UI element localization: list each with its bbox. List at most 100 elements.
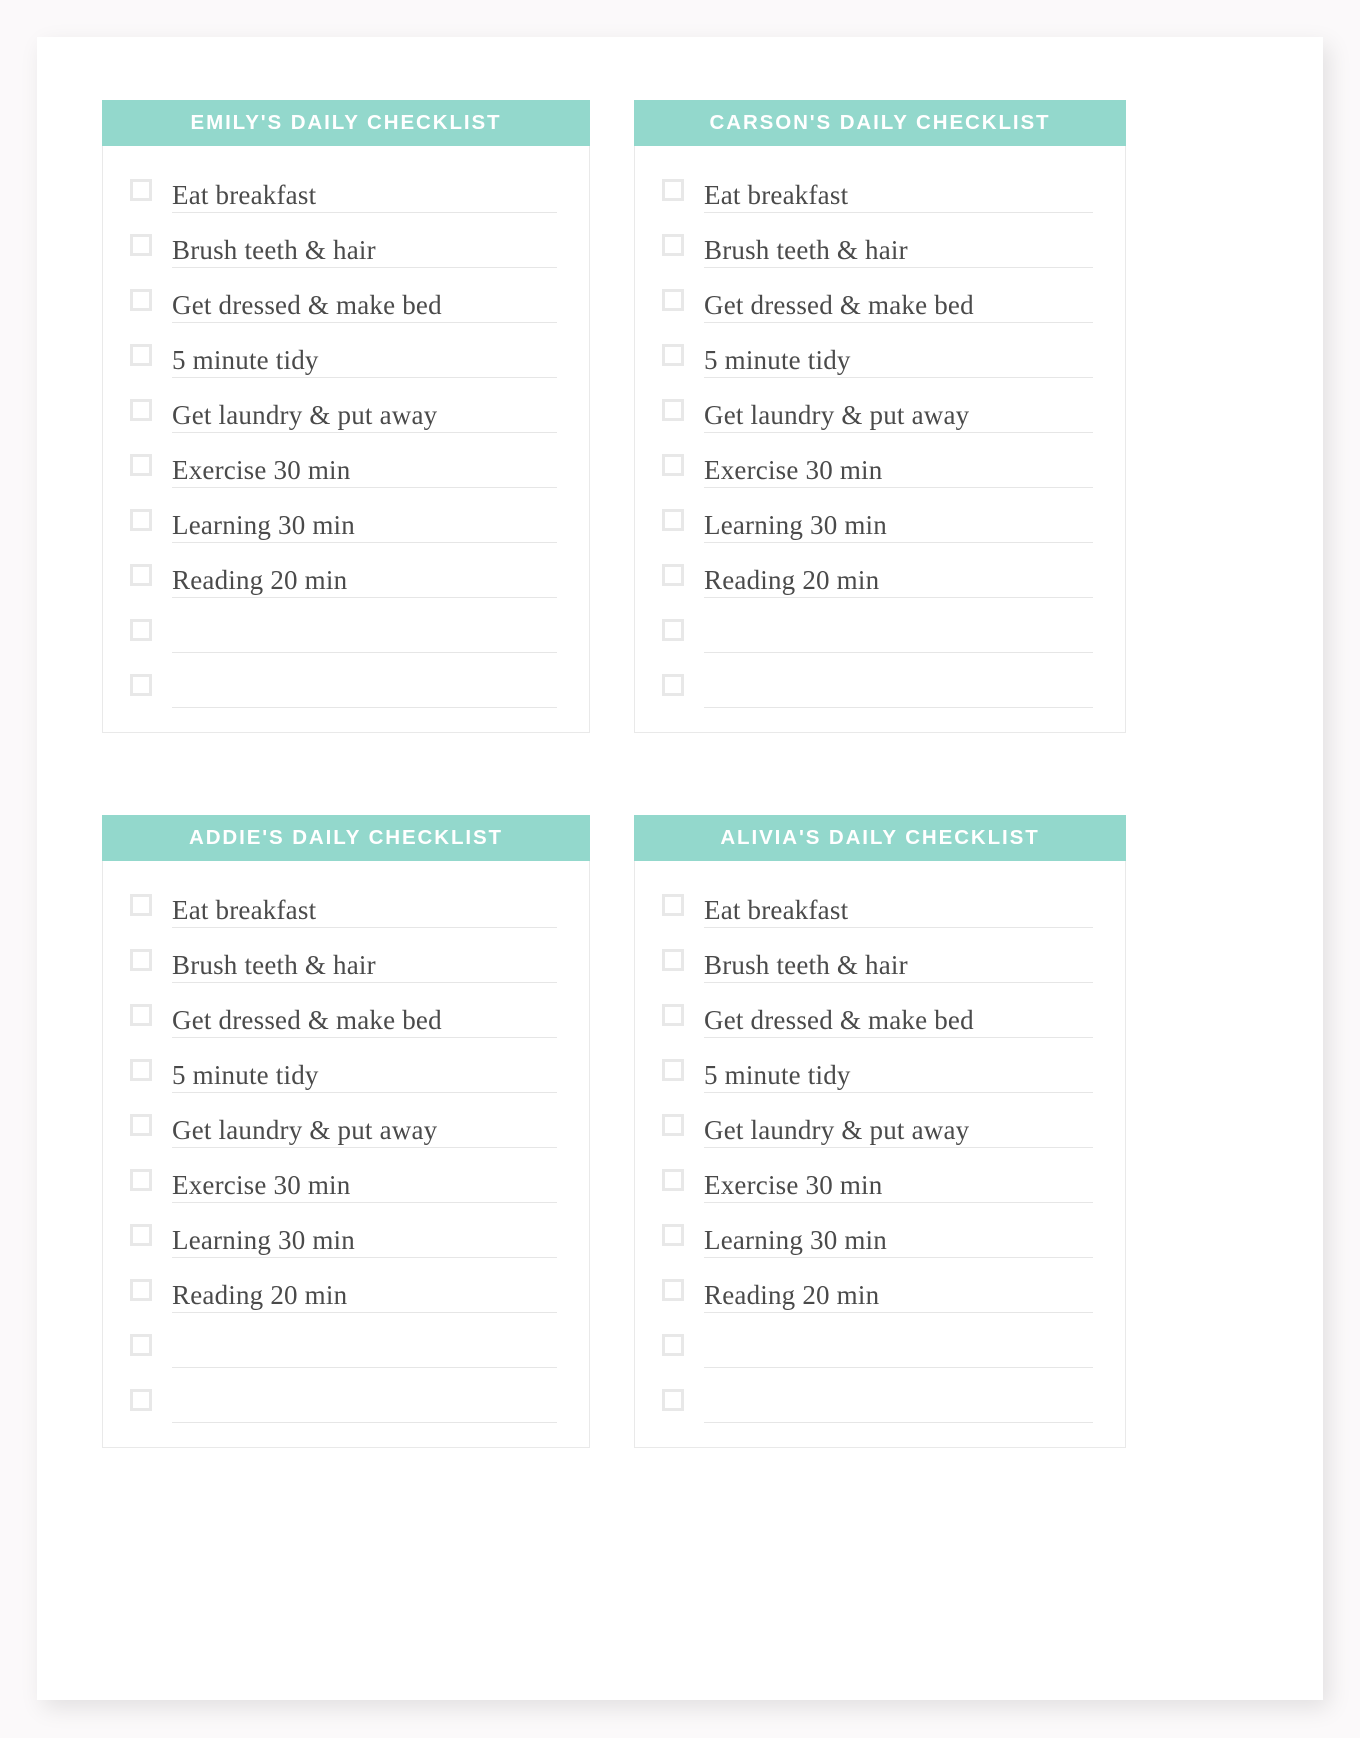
checkbox-icon[interactable]	[662, 179, 684, 201]
write-on-line[interactable]: Eat breakfast	[704, 168, 1093, 213]
list-item[interactable]	[130, 1378, 557, 1433]
write-on-line[interactable]: Eat breakfast	[172, 168, 557, 213]
checkbox-icon[interactable]	[662, 289, 684, 311]
checkbox-icon[interactable]	[130, 674, 152, 696]
checkbox-icon[interactable]	[130, 564, 152, 586]
write-on-line[interactable]: 5 minute tidy	[172, 333, 557, 378]
checkbox-icon[interactable]	[662, 1169, 684, 1191]
checkbox-icon[interactable]	[662, 949, 684, 971]
list-item[interactable]: Brush teeth & hair	[662, 938, 1093, 993]
list-item[interactable]: Eat breakfast	[130, 883, 557, 938]
checkbox-icon[interactable]	[130, 179, 152, 201]
list-item[interactable]: Get laundry & put away	[130, 388, 557, 443]
list-item[interactable]: 5 minute tidy	[662, 1048, 1093, 1103]
write-on-line[interactable]: 5 minute tidy	[172, 1048, 557, 1093]
list-item[interactable]	[130, 608, 557, 663]
list-item[interactable]: Reading 20 min	[662, 553, 1093, 608]
list-item[interactable]: Reading 20 min	[130, 1268, 557, 1323]
list-item[interactable]: Eat breakfast	[662, 883, 1093, 938]
checkbox-icon[interactable]	[662, 1279, 684, 1301]
write-on-line[interactable]	[172, 663, 557, 708]
write-on-line[interactable]: 5 minute tidy	[704, 1048, 1093, 1093]
checkbox-icon[interactable]	[130, 1279, 152, 1301]
checkbox-icon[interactable]	[662, 619, 684, 641]
checkbox-icon[interactable]	[130, 1224, 152, 1246]
write-on-line[interactable]	[704, 1378, 1093, 1423]
list-item[interactable]: Learning 30 min	[662, 1213, 1093, 1268]
checkbox-icon[interactable]	[130, 234, 152, 256]
checkbox-icon[interactable]	[130, 509, 152, 531]
write-on-line[interactable]: Get laundry & put away	[704, 388, 1093, 433]
write-on-line[interactable]: Reading 20 min	[704, 1268, 1093, 1313]
write-on-line[interactable]: Reading 20 min	[172, 1268, 557, 1313]
write-on-line[interactable]: Eat breakfast	[172, 883, 557, 928]
checkbox-icon[interactable]	[662, 1004, 684, 1026]
checkbox-icon[interactable]	[662, 1334, 684, 1356]
list-item[interactable]: Exercise 30 min	[662, 443, 1093, 498]
write-on-line[interactable]: Brush teeth & hair	[704, 223, 1093, 268]
list-item[interactable]	[130, 1323, 557, 1378]
list-item[interactable]: 5 minute tidy	[662, 333, 1093, 388]
checkbox-icon[interactable]	[130, 1389, 152, 1411]
write-on-line[interactable]: Get laundry & put away	[704, 1103, 1093, 1148]
write-on-line[interactable]: Eat breakfast	[704, 883, 1093, 928]
write-on-line[interactable]	[704, 1323, 1093, 1368]
write-on-line[interactable]	[172, 608, 557, 653]
write-on-line[interactable]: Get laundry & put away	[172, 388, 557, 433]
write-on-line[interactable]: Brush teeth & hair	[172, 938, 557, 983]
write-on-line[interactable]	[704, 663, 1093, 708]
list-item[interactable]	[662, 1378, 1093, 1433]
checkbox-icon[interactable]	[662, 1224, 684, 1246]
list-item[interactable]: Eat breakfast	[662, 168, 1093, 223]
checkbox-icon[interactable]	[130, 619, 152, 641]
write-on-line[interactable]: Reading 20 min	[704, 553, 1093, 598]
write-on-line[interactable]: Exercise 30 min	[172, 443, 557, 488]
list-item[interactable]: Get dressed & make bed	[662, 993, 1093, 1048]
list-item[interactable]: Reading 20 min	[662, 1268, 1093, 1323]
checkbox-icon[interactable]	[130, 949, 152, 971]
write-on-line[interactable]: Brush teeth & hair	[704, 938, 1093, 983]
list-item[interactable]: Eat breakfast	[130, 168, 557, 223]
list-item[interactable]: Exercise 30 min	[130, 443, 557, 498]
list-item[interactable]: Get dressed & make bed	[130, 993, 557, 1048]
write-on-line[interactable]: Learning 30 min	[172, 1213, 557, 1258]
checkbox-icon[interactable]	[130, 344, 152, 366]
list-item[interactable]: Get dressed & make bed	[130, 278, 557, 333]
write-on-line[interactable]: 5 minute tidy	[704, 333, 1093, 378]
list-item[interactable]: Brush teeth & hair	[662, 223, 1093, 278]
write-on-line[interactable]: Exercise 30 min	[172, 1158, 557, 1203]
write-on-line[interactable]: Learning 30 min	[704, 498, 1093, 543]
checkbox-icon[interactable]	[130, 1169, 152, 1191]
checkbox-icon[interactable]	[662, 1389, 684, 1411]
write-on-line[interactable]: Get dressed & make bed	[704, 278, 1093, 323]
checkbox-icon[interactable]	[662, 454, 684, 476]
list-item[interactable]	[662, 1323, 1093, 1378]
write-on-line[interactable]	[172, 1378, 557, 1423]
write-on-line[interactable]: Exercise 30 min	[704, 443, 1093, 488]
list-item[interactable]: Get laundry & put away	[662, 388, 1093, 443]
checkbox-icon[interactable]	[130, 1059, 152, 1081]
checkbox-icon[interactable]	[662, 894, 684, 916]
list-item[interactable]: Exercise 30 min	[130, 1158, 557, 1213]
list-item[interactable]: Learning 30 min	[130, 1213, 557, 1268]
write-on-line[interactable]: Brush teeth & hair	[172, 223, 557, 268]
list-item[interactable]	[662, 663, 1093, 718]
write-on-line[interactable]: Reading 20 min	[172, 553, 557, 598]
write-on-line[interactable]: Get dressed & make bed	[172, 993, 557, 1038]
list-item[interactable]: Get laundry & put away	[662, 1103, 1093, 1158]
list-item[interactable]: 5 minute tidy	[130, 333, 557, 388]
list-item[interactable]: Exercise 30 min	[662, 1158, 1093, 1213]
list-item[interactable]: Reading 20 min	[130, 553, 557, 608]
list-item[interactable]: Brush teeth & hair	[130, 223, 557, 278]
write-on-line[interactable]: Get dressed & make bed	[172, 278, 557, 323]
write-on-line[interactable]: Get laundry & put away	[172, 1103, 557, 1148]
write-on-line[interactable]: Get dressed & make bed	[704, 993, 1093, 1038]
list-item[interactable]: 5 minute tidy	[130, 1048, 557, 1103]
write-on-line[interactable]	[172, 1323, 557, 1368]
checkbox-icon[interactable]	[130, 1334, 152, 1356]
checkbox-icon[interactable]	[130, 289, 152, 311]
checkbox-icon[interactable]	[662, 234, 684, 256]
checkbox-icon[interactable]	[662, 564, 684, 586]
list-item[interactable]: Learning 30 min	[130, 498, 557, 553]
write-on-line[interactable]: Learning 30 min	[172, 498, 557, 543]
